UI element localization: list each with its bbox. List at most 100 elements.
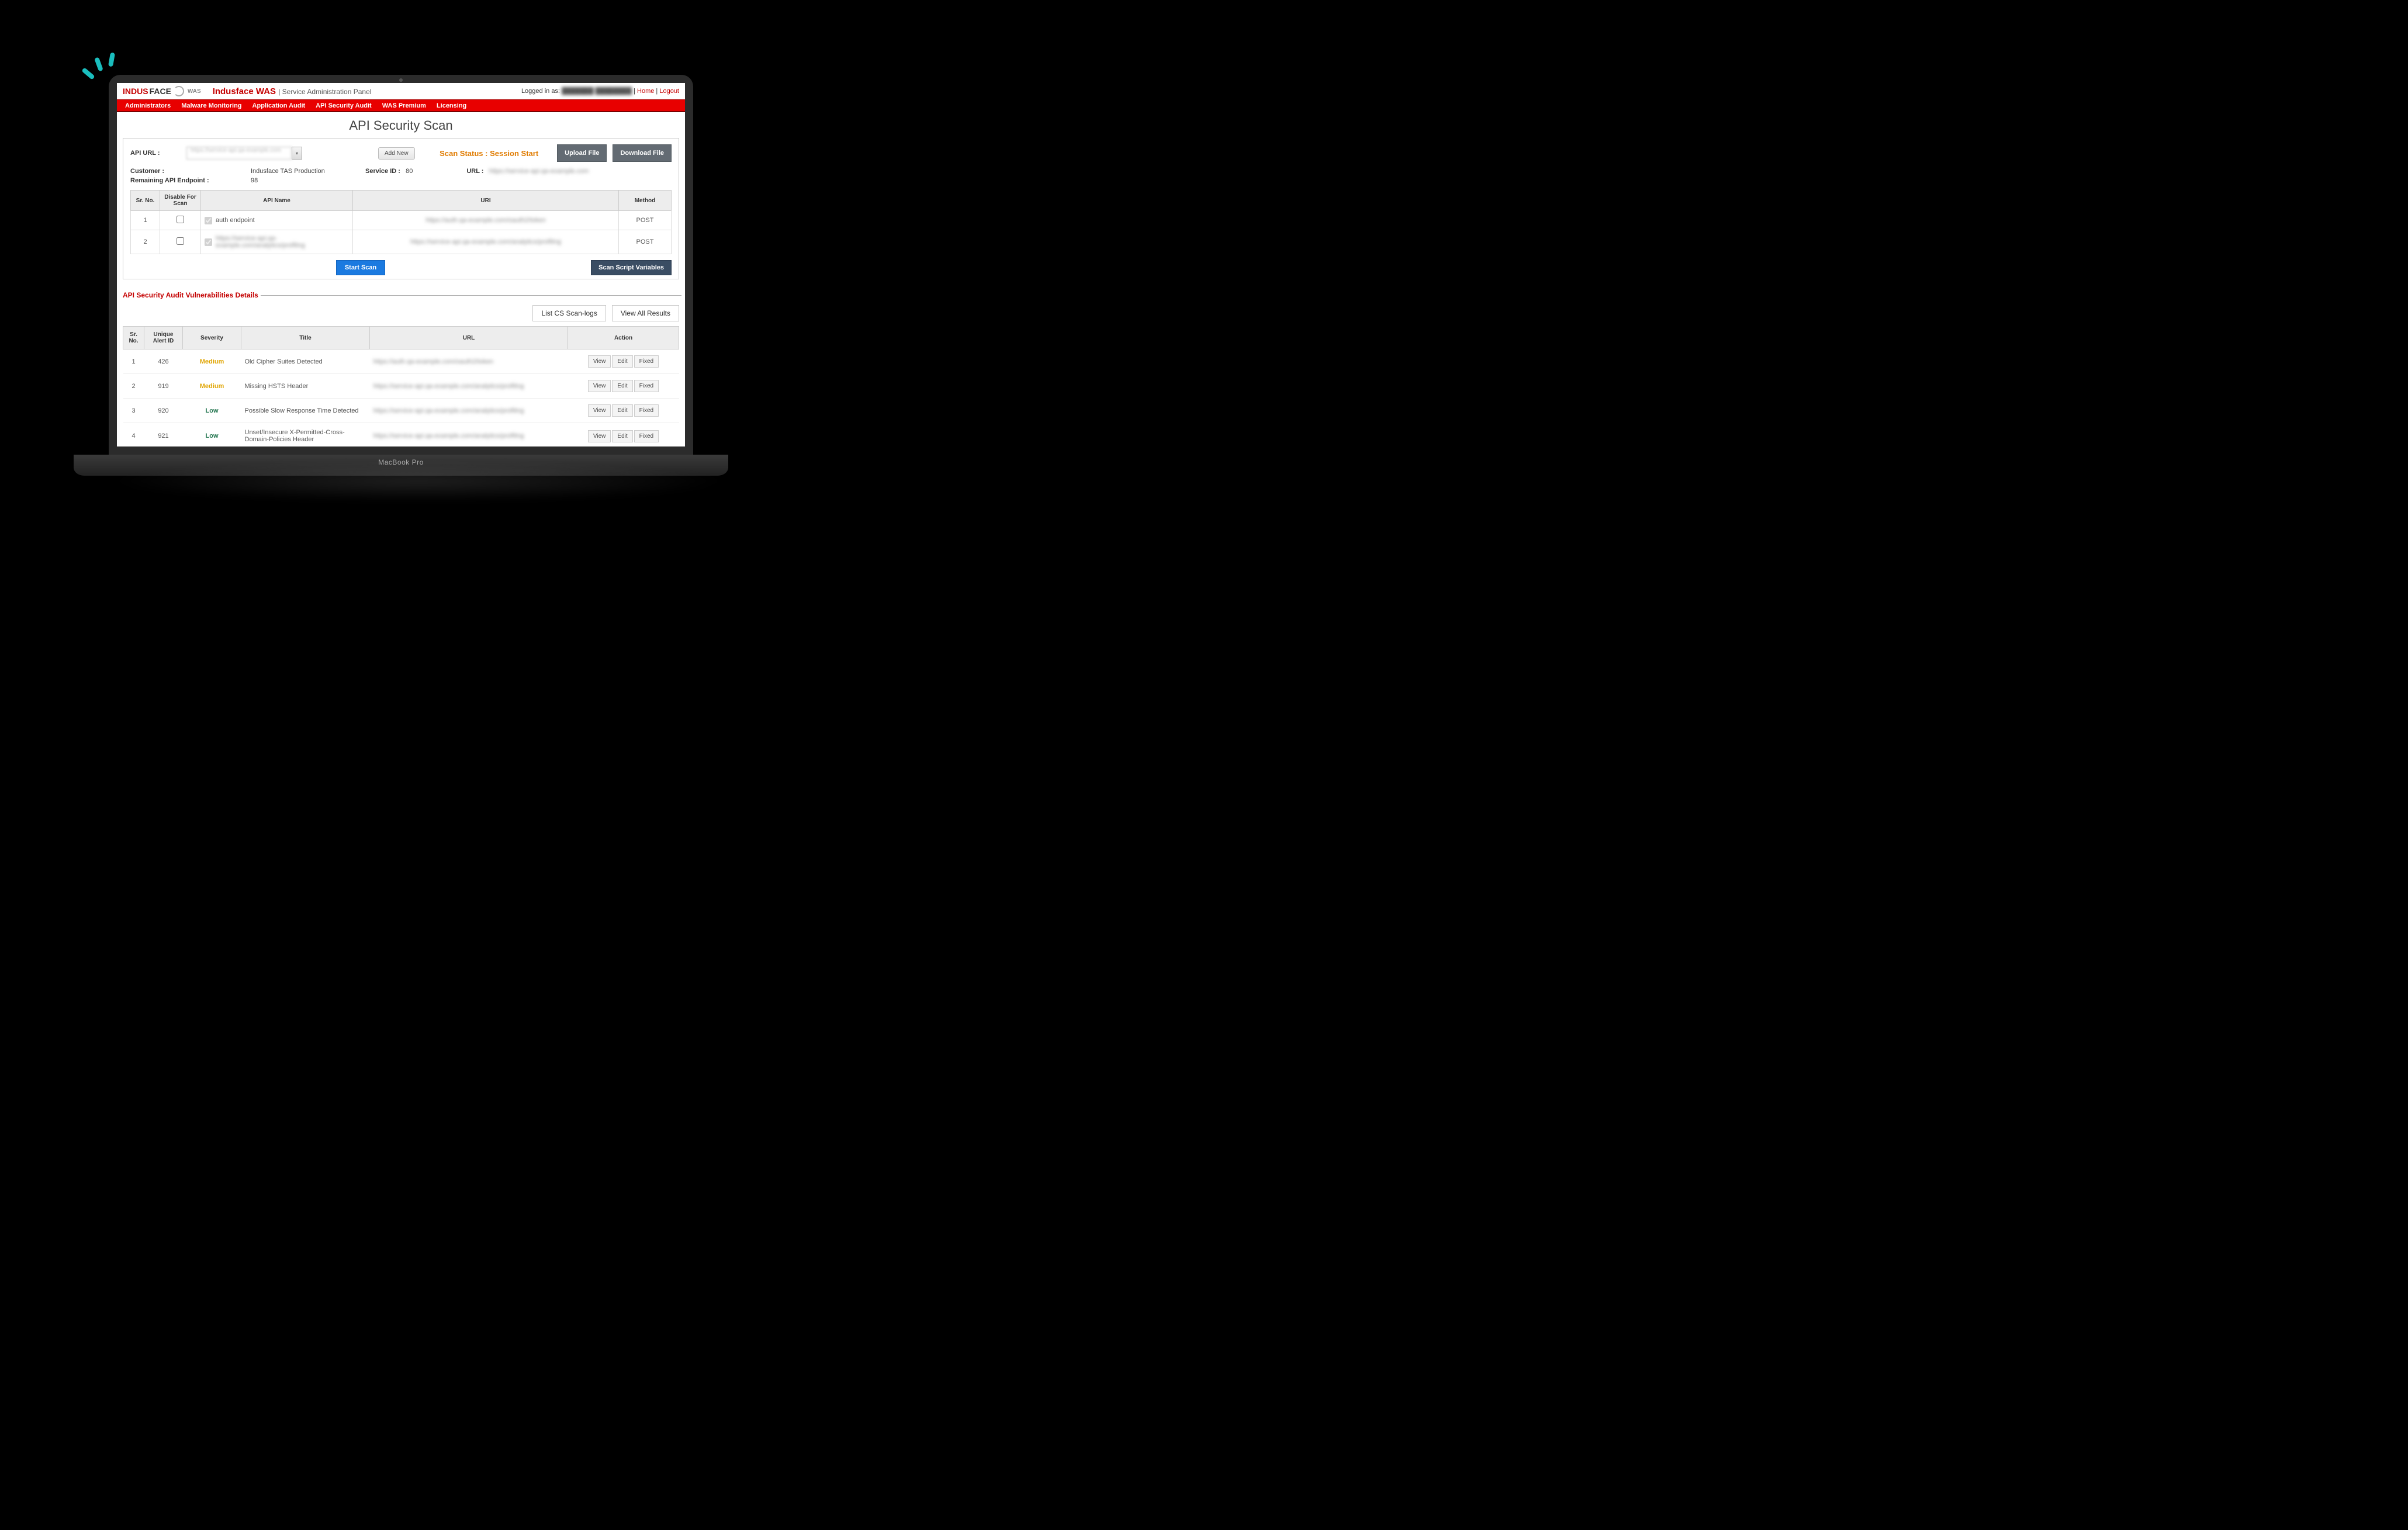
api-uri: https://auth.qa-example.com/oauth2/token: [425, 217, 545, 224]
api-table-row: 1 auth endpoint https://auth.qa-example.co…: [131, 211, 672, 230]
vuln-severity: Medium: [200, 383, 224, 390]
vuln-url: https://service-api.qa-example.com/analy…: [373, 407, 524, 414]
app-title-main: Indusface WAS: [213, 86, 276, 96]
api-url-select[interactable]: https://service-api.qa-example.com: [186, 147, 292, 160]
api-method: POST: [619, 230, 672, 254]
nav-was-premium[interactable]: WAS Premium: [382, 102, 426, 109]
nav-malware-monitoring[interactable]: Malware Monitoring: [181, 102, 241, 109]
laptop-frame: INDUSFACE WAS Indusface WAS | Service Ad…: [109, 75, 693, 472]
disable-scan-checkbox[interactable]: [177, 216, 184, 223]
edit-button[interactable]: Edit: [612, 404, 632, 417]
vuln-url: https://auth.qa-example.com/oauth2/token: [373, 358, 493, 365]
vuln-table-row: 1426 Medium Old Cipher Suites Detectedhttp…: [123, 349, 679, 374]
vuln-sr: 1: [123, 349, 144, 374]
laptop-shadow: [109, 461, 728, 501]
remaining-label: Remaining API Endpoint :: [130, 177, 209, 184]
nav-licensing[interactable]: Licensing: [437, 102, 466, 109]
fixed-button[interactable]: Fixed: [634, 380, 659, 392]
home-link[interactable]: Home: [637, 88, 654, 95]
vuln-details-legend: API Security Audit Vulnerabilities Detai…: [120, 291, 261, 299]
view-button[interactable]: View: [588, 380, 611, 392]
scan-status: Scan Status : Session Start: [440, 149, 538, 158]
api-url-select-wrap: https://service-api.qa-example.com ▾: [186, 147, 302, 160]
vth-sev: Severity: [183, 327, 241, 349]
api-sr: 1: [131, 211, 160, 230]
scan-script-variables-button[interactable]: Scan Script Variables: [591, 260, 672, 275]
logo-indus: INDUS: [123, 86, 148, 96]
service-id-value: 80: [406, 168, 413, 175]
logo-arc-icon: [174, 86, 184, 96]
th-sr: Sr. No.: [131, 191, 160, 211]
vuln-details-fieldset: API Security Audit Vulnerabilities Detai…: [120, 291, 681, 299]
vuln-sr: 4: [123, 423, 144, 447]
nav-api-security-audit[interactable]: API Security Audit: [316, 102, 372, 109]
vuln-severity: Low: [206, 432, 219, 439]
vuln-table-row: 2919 Medium Missing HSTS Headerhttps://ser…: [123, 374, 679, 399]
th-disable: Disable For Scan: [160, 191, 201, 211]
th-method: Method: [619, 191, 672, 211]
vuln-title: Missing HSTS Header: [241, 374, 370, 399]
customer-value: Indusface TAS Production: [251, 168, 325, 175]
vth-url: URL: [370, 327, 568, 349]
vuln-alert-id: 426: [144, 349, 183, 374]
nav-administrators[interactable]: Administrators: [125, 102, 171, 109]
url-value: https://service-api.qa-example.com: [489, 168, 589, 175]
vuln-title: Possible Slow Response Time Detected: [241, 399, 370, 423]
th-apiname: API Name: [201, 191, 353, 211]
service-id-label: Service ID :: [365, 168, 400, 175]
download-file-button[interactable]: Download File: [613, 144, 672, 162]
upload-file-button[interactable]: Upload File: [557, 144, 607, 162]
vth-action: Action: [568, 327, 679, 349]
nav-application-audit[interactable]: Application Audit: [252, 102, 306, 109]
view-button[interactable]: View: [588, 404, 611, 417]
logged-in-user: ███████ ████████: [562, 88, 632, 95]
view-button[interactable]: View: [588, 355, 611, 368]
edit-button[interactable]: Edit: [612, 430, 632, 442]
edit-button[interactable]: Edit: [612, 380, 632, 392]
api-table-row: 2 https://service-api.qa-example.com/anal…: [131, 230, 672, 254]
header: INDUSFACE WAS Indusface WAS | Service Ad…: [117, 83, 685, 99]
scan-status-label: Scan Status :: [440, 149, 490, 158]
disable-scan-checkbox[interactable]: [177, 237, 184, 245]
api-name-text: auth endpoint: [216, 217, 255, 224]
api-sr: 2: [131, 230, 160, 254]
vuln-title: Old Cipher Suites Detected: [241, 349, 370, 374]
api-url-label: API URL :: [130, 150, 181, 157]
vuln-url: https://service-api.qa-example.com/analy…: [373, 432, 524, 439]
api-enabled-checkbox: [205, 217, 212, 224]
logged-in-prefix: Logged in as:: [521, 88, 562, 95]
scan-config-box: API URL : https://service-api.qa-example…: [123, 138, 679, 279]
api-table: Sr. No. Disable For Scan API Name URI Me…: [130, 190, 672, 254]
vuln-url: https://service-api.qa-example.com/analy…: [373, 383, 524, 390]
edit-button[interactable]: Edit: [612, 355, 632, 368]
logo-was: WAS: [188, 88, 201, 95]
main-nav: Administrators Malware Monitoring Applic…: [117, 99, 685, 112]
vuln-sr: 3: [123, 399, 144, 423]
api-url-dropdown-button[interactable]: ▾: [292, 147, 302, 160]
camera-icon: [399, 78, 403, 82]
url-label: URL :: [466, 168, 483, 175]
list-scan-logs-button[interactable]: List CS Scan-logs: [532, 305, 606, 321]
header-right: Logged in as: ███████ ████████ | Home | …: [521, 88, 679, 95]
start-scan-button[interactable]: Start Scan: [336, 260, 385, 275]
vuln-sr: 2: [123, 374, 144, 399]
fixed-button[interactable]: Fixed: [634, 404, 659, 417]
add-new-button[interactable]: Add New: [378, 147, 415, 160]
api-enabled-checkbox: [205, 238, 212, 246]
fixed-button[interactable]: Fixed: [634, 430, 659, 442]
vuln-severity: Low: [206, 407, 219, 414]
view-all-results-button[interactable]: View All Results: [612, 305, 679, 321]
app-title: Indusface WAS | Service Administration P…: [213, 86, 372, 96]
vuln-alert-id: 920: [144, 399, 183, 423]
vuln-severity: Medium: [200, 358, 224, 365]
vuln-table: Sr. No. Unique Alert ID Severity Title U…: [123, 326, 679, 446]
logout-link[interactable]: Logout: [659, 88, 679, 95]
vuln-title: Unset/Insecure X-Permitted-Cross-Domain-…: [241, 423, 370, 447]
vuln-alert-id: 919: [144, 374, 183, 399]
api-name-text: https://service-api.qa-example.com/analy…: [216, 235, 349, 249]
view-button[interactable]: View: [588, 430, 611, 442]
th-uri: URI: [353, 191, 619, 211]
fixed-button[interactable]: Fixed: [634, 355, 659, 368]
app-screen: INDUSFACE WAS Indusface WAS | Service Ad…: [117, 83, 685, 446]
app-title-sub: | Service Administration Panel: [278, 88, 371, 96]
